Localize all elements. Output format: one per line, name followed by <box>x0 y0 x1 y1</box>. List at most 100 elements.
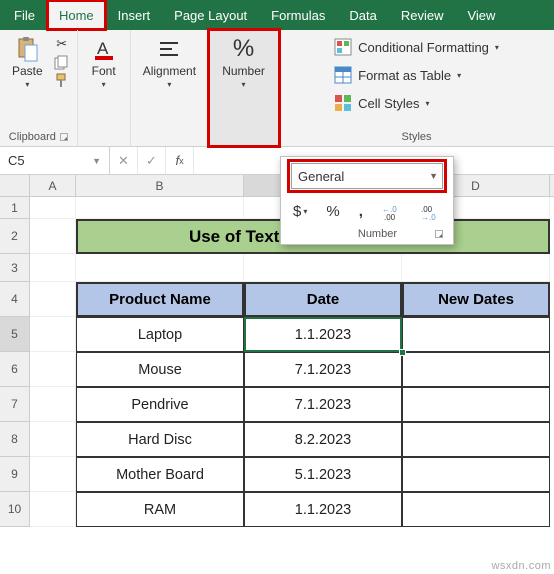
table-cell[interactable]: 5.1.2023 <box>244 457 402 492</box>
chevron-down-icon: ▾ <box>495 43 499 52</box>
enter-icon[interactable]: ✓ <box>138 147 166 174</box>
styles-label: Styles <box>402 131 432 143</box>
number-label: Number <box>222 64 265 78</box>
svg-text:.00: .00 <box>384 213 396 220</box>
number-format-value: General <box>298 169 344 184</box>
row-header[interactable]: 1 <box>0 197 30 219</box>
row-header[interactable]: 10 <box>0 492 30 527</box>
increase-decimal-icon: ←.0.00 <box>382 204 402 220</box>
table-cell[interactable]: Mouse <box>76 352 244 387</box>
tab-home[interactable]: Home <box>47 0 106 30</box>
copy-icon[interactable] <box>53 54 71 70</box>
table-cell[interactable] <box>402 317 550 352</box>
number-format-popup: General ▼ $ ▾ % , ←.0.00 .00→.0 Number <box>280 156 454 245</box>
percent-icon: % <box>326 203 339 220</box>
table-cell[interactable]: Pendrive <box>76 387 244 422</box>
row-header[interactable]: 7 <box>0 387 30 422</box>
tab-bar: File Home Insert Page Layout Formulas Da… <box>0 0 554 30</box>
fx-icon[interactable]: fx <box>166 147 194 174</box>
comma-icon: , <box>359 203 363 220</box>
paste-button[interactable]: Paste ▾ <box>6 32 49 93</box>
percent-button[interactable]: % <box>326 203 339 220</box>
font-label: Font <box>92 64 116 78</box>
number-button[interactable]: % Number ▾ <box>216 32 271 93</box>
table-cell[interactable]: RAM <box>76 492 244 527</box>
header-date[interactable]: Date <box>244 282 402 317</box>
name-box[interactable]: C5▼ <box>0 147 110 174</box>
tab-insert[interactable]: Insert <box>106 0 163 30</box>
tab-review[interactable]: Review <box>389 0 456 30</box>
table-cell[interactable] <box>402 492 550 527</box>
number-format-combo[interactable]: General ▼ <box>291 163 443 189</box>
increase-decimal-button[interactable]: ←.0.00 <box>382 204 402 220</box>
clipboard-mini: ✂ <box>53 32 71 88</box>
row-header[interactable]: 6 <box>0 352 30 387</box>
table-cell[interactable] <box>402 352 550 387</box>
conditional-formatting-button[interactable]: Conditional Formatting ▾ <box>334 36 499 58</box>
group-clipboard: Paste ▾ ✂ Clipboard <box>0 30 78 146</box>
group-alignment: Alignment ▾ <box>131 30 209 146</box>
paste-icon <box>13 36 41 62</box>
table-cell[interactable]: Hard Disc <box>76 422 244 457</box>
comma-button[interactable]: , <box>359 203 363 220</box>
font-button[interactable]: A Font ▾ <box>84 32 124 93</box>
format-as-table-button[interactable]: Format as Table▾ <box>334 64 461 86</box>
row-header[interactable]: 3 <box>0 254 30 282</box>
row-header[interactable]: 5 <box>0 317 30 352</box>
name-box-value: C5 <box>8 153 25 168</box>
table-cell[interactable]: Laptop <box>76 317 244 352</box>
cf-label: Conditional Formatting <box>358 40 489 55</box>
spreadsheet-grid: A B C D 1 2 Use of Text to Column for Da… <box>0 175 554 527</box>
watermark: wsxdn.com <box>491 560 551 572</box>
cell-styles-icon <box>334 94 352 112</box>
col-header-a[interactable]: A <box>30 175 76 196</box>
ribbon: Paste ▾ ✂ Clipboard A Font ▾ <box>0 30 554 147</box>
tab-file[interactable]: File <box>2 0 47 30</box>
row-header[interactable]: 2 <box>0 219 30 254</box>
group-font: A Font ▾ <box>78 30 131 146</box>
fill-handle[interactable] <box>399 349 406 356</box>
table-cell[interactable]: 1.1.2023 <box>244 492 402 527</box>
table-cell[interactable]: Mother Board <box>76 457 244 492</box>
chevron-down-icon: ▾ <box>242 80 246 89</box>
conditional-formatting-icon <box>334 38 352 56</box>
row-header[interactable]: 9 <box>0 457 30 492</box>
tab-page-layout[interactable]: Page Layout <box>162 0 259 30</box>
cancel-icon[interactable]: ✕ <box>110 147 138 174</box>
header-new-dates[interactable]: New Dates <box>402 282 550 317</box>
group-number: % Number ▾ <box>209 30 279 146</box>
format-as-table-icon <box>334 66 352 84</box>
table-cell[interactable] <box>402 422 550 457</box>
table-cell[interactable]: 7.1.2023 <box>244 352 402 387</box>
table-cell[interactable]: 7.1.2023 <box>244 387 402 422</box>
row-header[interactable]: 8 <box>0 422 30 457</box>
format-painter-icon[interactable] <box>53 72 71 88</box>
dialog-launcher-icon[interactable] <box>60 133 68 141</box>
chevron-down-icon: ▾ <box>303 207 307 216</box>
col-header-b[interactable]: B <box>76 175 244 196</box>
currency-button[interactable]: $ ▾ <box>293 203 307 220</box>
alignment-button[interactable]: Alignment ▾ <box>137 32 202 93</box>
chevron-down-icon: ▾ <box>167 80 171 89</box>
dialog-launcher-icon[interactable] <box>435 230 443 238</box>
percent-icon: % <box>230 36 258 62</box>
table-cell[interactable]: 1.1.2023 <box>244 317 402 352</box>
table-cell[interactable] <box>402 457 550 492</box>
cut-icon[interactable]: ✂ <box>53 36 71 52</box>
dollar-icon: $ <box>293 203 301 220</box>
paste-label: Paste <box>12 64 43 78</box>
alignment-icon <box>155 36 183 62</box>
row-header[interactable]: 4 <box>0 282 30 317</box>
cell-styles-button[interactable]: Cell Styles▾ <box>334 92 429 114</box>
font-color-icon: A <box>90 36 118 62</box>
cs-label: Cell Styles <box>358 96 419 111</box>
tab-formulas[interactable]: Formulas <box>259 0 337 30</box>
header-product[interactable]: Product Name <box>76 282 244 317</box>
tab-data[interactable]: Data <box>337 0 388 30</box>
table-cell[interactable] <box>402 387 550 422</box>
chevron-down-icon: ▾ <box>25 80 29 89</box>
table-cell[interactable]: 8.2.2023 <box>244 422 402 457</box>
tab-view[interactable]: View <box>455 0 507 30</box>
decrease-decimal-button[interactable]: .00→.0 <box>421 204 441 220</box>
select-all[interactable] <box>0 175 30 196</box>
